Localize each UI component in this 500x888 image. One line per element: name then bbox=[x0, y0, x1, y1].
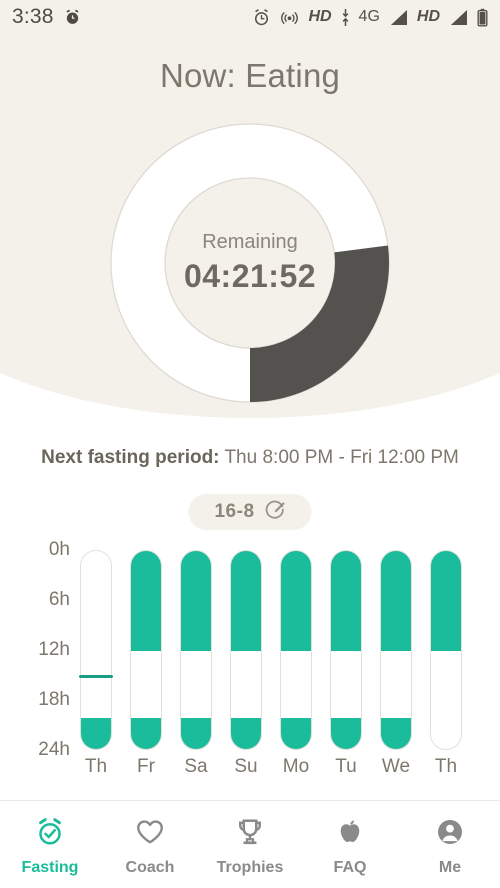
chart-bar-segment bbox=[181, 717, 211, 749]
alarm-clock-check-icon bbox=[35, 817, 65, 852]
nav-label-faq: FAQ bbox=[333, 858, 367, 876]
next-fasting-period-value: Thu 8:00 PM - Fri 12:00 PM bbox=[224, 447, 459, 468]
chart-bar-segment bbox=[231, 717, 261, 749]
fasting-plan-label: 16-8 bbox=[214, 501, 255, 522]
data-transfer-icon bbox=[341, 8, 350, 26]
chart-bar-segment bbox=[181, 551, 211, 651]
chart-bar-column[interactable]: Th bbox=[430, 550, 462, 777]
nav-label-trophies: Trophies bbox=[216, 858, 284, 876]
chart-bar-track bbox=[80, 550, 112, 750]
chart-y-tick: 24h bbox=[38, 739, 70, 760]
trophy-icon bbox=[235, 817, 265, 852]
chart-y-tick: 0h bbox=[48, 539, 70, 560]
chart-bar-column[interactable]: Th bbox=[79, 550, 113, 777]
timer-label: Remaining bbox=[202, 231, 298, 253]
donut-center-content: Remaining 04:21:52 bbox=[110, 123, 390, 403]
edit-circle-icon[interactable] bbox=[265, 499, 286, 525]
status-bar-clock: 3:38 bbox=[12, 5, 54, 28]
chart-day-label: Fr bbox=[137, 756, 155, 777]
chart-bar-segment bbox=[231, 551, 261, 651]
signal-bar-icon-2 bbox=[449, 9, 468, 26]
chart-bar-column[interactable]: Tu bbox=[330, 550, 362, 777]
apple-icon bbox=[335, 817, 365, 852]
heart-icon bbox=[135, 817, 165, 852]
chart-bar-track bbox=[330, 550, 362, 750]
next-fasting-period: Next fasting period: Thu 8:00 PM - Fri 1… bbox=[0, 447, 500, 469]
chart-bar-column[interactable]: Fr bbox=[130, 550, 162, 777]
chart-bar-segment bbox=[131, 551, 161, 651]
nav-label-fasting: Fasting bbox=[21, 858, 79, 876]
chart-bar-column[interactable]: Mo bbox=[280, 550, 312, 777]
chart-y-tick: 12h bbox=[38, 639, 70, 660]
page-title: Now: Eating bbox=[159, 57, 341, 94]
chart-bar-column[interactable]: Su bbox=[230, 550, 262, 777]
chart-current-time-marker bbox=[79, 675, 113, 678]
timer-value: 04:21:52 bbox=[183, 258, 317, 294]
chart-y-tick: 6h bbox=[48, 589, 70, 610]
signal-bar-icon-1 bbox=[389, 9, 408, 26]
chart-day-label: Th bbox=[434, 756, 458, 777]
chart-day-label: Mo bbox=[282, 756, 310, 777]
nav-label-me: Me bbox=[438, 858, 462, 876]
weekly-fasting-chart: 0h 6h 12h 18h 24h Th Fr Sa Su Mo Tu We Th bbox=[0, 539, 500, 780]
status-bar: 3:38 HD 4G HD bbox=[0, 0, 500, 34]
nav-item-me[interactable]: Me bbox=[400, 801, 500, 888]
chart-day-label: Su bbox=[234, 756, 258, 777]
hd-label-2: HD bbox=[416, 8, 440, 25]
chart-day-label: Th bbox=[84, 756, 108, 777]
chart-day-label: Sa bbox=[184, 756, 208, 777]
hd-label-1: HD bbox=[308, 8, 332, 25]
nav-item-coach[interactable]: Coach bbox=[100, 801, 200, 888]
chart-day-label: We bbox=[381, 756, 411, 777]
alarm-clock-small-icon bbox=[64, 9, 81, 26]
chart-day-label: Tu bbox=[335, 756, 357, 777]
network-type-label: 4G bbox=[358, 8, 380, 25]
chart-bar-column[interactable]: Sa bbox=[180, 550, 212, 777]
chart-bar-segment bbox=[131, 717, 161, 749]
nav-item-trophies[interactable]: Trophies bbox=[200, 801, 300, 888]
chart-bar-segment bbox=[331, 551, 361, 651]
fasting-timer-donut[interactable]: Remaining 04:21:52 bbox=[110, 123, 390, 403]
bottom-navigation-bar: Fasting Coach Trophies FAQ Me bbox=[0, 800, 500, 888]
nav-item-fasting[interactable]: Fasting bbox=[0, 801, 100, 888]
chart-bar-track bbox=[280, 550, 312, 750]
chart-bar-track bbox=[380, 550, 412, 750]
chart-bar-segment bbox=[431, 551, 461, 651]
chart-y-axis: 0h 6h 12h 18h 24h bbox=[0, 539, 78, 760]
chart-bar-segment bbox=[331, 717, 361, 749]
person-icon bbox=[435, 817, 465, 852]
hotspot-icon bbox=[280, 8, 299, 27]
chart-y-tick: 18h bbox=[38, 689, 70, 710]
alarm-clock-icon bbox=[252, 8, 271, 27]
chart-bar-track bbox=[130, 550, 162, 750]
chart-bar-segment bbox=[381, 551, 411, 651]
next-fasting-period-label: Next fasting period: bbox=[41, 447, 220, 468]
chart-bars-area: Th Fr Sa Su Mo Tu We Th bbox=[79, 550, 480, 777]
chart-bar-segment bbox=[281, 717, 311, 749]
nav-item-faq[interactable]: FAQ bbox=[300, 801, 400, 888]
chart-bar-track bbox=[180, 550, 212, 750]
chart-bar-segment bbox=[81, 717, 111, 749]
chart-bar-segment bbox=[281, 551, 311, 651]
battery-icon bbox=[477, 8, 488, 27]
chart-bar-column[interactable]: We bbox=[380, 550, 412, 777]
fasting-plan-badge[interactable]: 16-8 bbox=[188, 494, 312, 530]
chart-bar-track bbox=[430, 550, 462, 750]
nav-label-coach: Coach bbox=[125, 858, 175, 876]
chart-bar-track bbox=[230, 550, 262, 750]
chart-bar-segment bbox=[381, 717, 411, 749]
